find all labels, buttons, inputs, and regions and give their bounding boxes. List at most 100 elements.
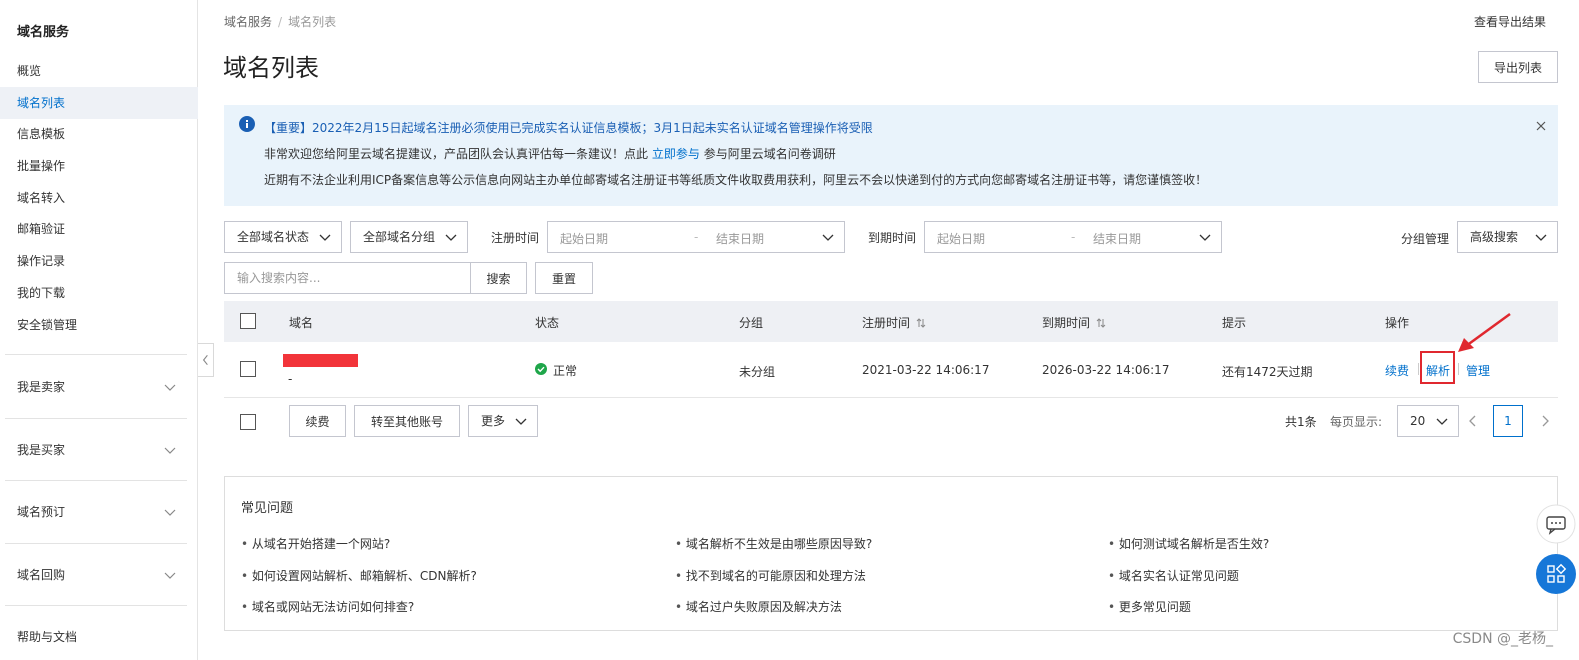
column-reg-time[interactable]: 注册时间 (862, 314, 926, 331)
select-all-checkbox[interactable] (240, 313, 256, 329)
redacted-domain-name (283, 354, 358, 367)
notice-survey-text: 非常欢迎您给阿里云域名提建议，产品团队会认真评估每一条建议！点此 (264, 147, 649, 161)
batch-select-checkbox[interactable] (240, 414, 256, 430)
faq-link[interactable]: 域名解析不生效是由哪些原因导致? (675, 535, 872, 552)
reg-time-range-picker[interactable]: 起始日期 - 结束日期 (547, 221, 845, 253)
reg-time-cell: 2021-03-22 14:06:17 (862, 363, 990, 377)
sidebar-group-buyback[interactable]: 域名回购 (0, 565, 198, 585)
chevron-down-icon (1535, 234, 1547, 241)
sidebar-item-info-template[interactable]: 信息模板 (0, 118, 198, 150)
more-actions-label: 更多 (481, 414, 506, 428)
row-checkbox[interactable] (240, 361, 256, 377)
domain-status-select-value: 全部域名状态 (237, 230, 310, 244)
faq-link[interactable]: 如何设置网站解析、邮箱解析、CDN解析? (241, 567, 477, 584)
sidebar-group-label: 我是买家 (17, 443, 66, 457)
sidebar-item-transfer-in[interactable]: 域名转入 (0, 182, 198, 214)
sidebar-divider (5, 605, 187, 606)
sidebar-divider (5, 480, 187, 481)
chevron-down-icon (164, 384, 176, 391)
column-exp-time[interactable]: 到期时间 (1042, 314, 1106, 331)
notice-line-warning: 近期有不法企业利用ICP备案信息等公示信息向网站主办单位邮寄域名注册证书等纸质文… (264, 173, 1208, 187)
hint-cell: 还有1472天过期 (1222, 365, 1313, 379)
sidebar-divider (5, 543, 187, 544)
search-button[interactable]: 搜索 (470, 262, 527, 294)
sidebar: 域名服务 概览 域名列表 信息模板 批量操作 域名转入 邮箱验证 操作记录 我的… (0, 0, 198, 660)
chevron-down-icon (164, 509, 176, 516)
faq-link[interactable]: 如何测试域名解析是否生效? (1108, 535, 1269, 552)
faq-link[interactable]: 从域名开始搭建一个网站? (241, 535, 390, 552)
join-survey-link[interactable]: 立即参与 (652, 147, 700, 161)
exp-start-date: 起始日期 (937, 232, 986, 246)
apps-grid-icon[interactable] (1533, 554, 1579, 594)
sidebar-group-preorder[interactable]: 域名预订 (0, 502, 198, 522)
range-separator: - (694, 230, 699, 244)
close-icon[interactable] (1536, 121, 1546, 131)
page-title: 域名列表 (223, 54, 319, 82)
range-separator: - (1071, 230, 1076, 244)
chevron-down-icon (515, 418, 527, 425)
sidebar-group-seller[interactable]: 我是卖家 (0, 377, 198, 397)
sort-icon[interactable] (1096, 318, 1106, 328)
next-page-icon[interactable] (1539, 415, 1551, 427)
sidebar-item-security-lock[interactable]: 安全锁管理 (0, 309, 198, 341)
sidebar-item-downloads[interactable]: 我的下载 (0, 277, 198, 309)
export-list-button[interactable]: 导出列表 (1478, 51, 1558, 83)
breadcrumb-current: 域名列表 (288, 15, 337, 29)
reg-end-date: 结束日期 (716, 232, 765, 246)
chevron-left-icon (202, 354, 208, 366)
exp-time-range-picker[interactable]: 起始日期 - 结束日期 (924, 221, 1222, 253)
faq-link[interactable]: 域名或网站无法访问如何排查? (241, 598, 414, 615)
sidebar-group-label: 我是卖家 (17, 380, 66, 394)
column-exp-time-label: 到期时间 (1042, 316, 1091, 330)
breadcrumb-separator: / (278, 15, 283, 29)
sidebar-item-op-log[interactable]: 操作记录 (0, 245, 198, 277)
column-reg-time-label: 注册时间 (862, 316, 911, 330)
annotation-arrow-icon (1458, 312, 1511, 352)
sidebar-item-batch[interactable]: 批量操作 (0, 150, 198, 182)
group-cell: 未分组 (739, 365, 776, 379)
manage-link[interactable]: 管理 (1466, 362, 1490, 379)
domain-status-select[interactable]: 全部域名状态 (224, 221, 342, 253)
breadcrumb-root[interactable]: 域名服务 (224, 15, 272, 29)
faq-panel: 常见问题 从域名开始搭建一个网站? 域名解析不生效是由哪些原因导致? 如何测试域… (224, 476, 1558, 631)
per-page-value: 20 (1410, 414, 1426, 428)
sort-icon[interactable] (916, 318, 926, 328)
total-count: 共1条 (1285, 415, 1317, 429)
sidebar-group-label: 域名预订 (17, 505, 66, 519)
sidebar-help-docs[interactable]: 帮助与文档 (0, 627, 198, 647)
group-manage-link[interactable]: 分组管理 (1401, 230, 1449, 247)
transfer-account-button[interactable]: 转至其他账号 (354, 405, 460, 437)
notice-line-important: 【重要】2022年2月15日起域名注册必须使用已完成实名认证信息模板；3月1日起… (264, 121, 873, 135)
domain-group-select[interactable]: 全部域名分组 (350, 221, 468, 253)
faq-title: 常见问题 (241, 501, 294, 516)
notice-banner: 【重要】2022年2月15日起域名注册必须使用已完成实名认证信息模板；3月1日起… (224, 105, 1558, 206)
app-root: 域名服务 概览 域名列表 信息模板 批量操作 域名转入 邮箱验证 操作记录 我的… (0, 0, 1579, 660)
advanced-search-select[interactable]: 高级搜索 (1457, 221, 1558, 253)
column-ops: 操作 (1385, 316, 1410, 330)
feedback-chat-icon[interactable] (1533, 504, 1579, 544)
sidebar-group-buyer[interactable]: 我是买家 (0, 440, 198, 460)
sidebar-item-domain-list[interactable]: 域名列表 (0, 87, 198, 119)
reg-start-date: 起始日期 (560, 232, 609, 246)
view-export-results-link[interactable]: 查看导出结果 (1474, 13, 1546, 30)
prev-page-icon[interactable] (1467, 415, 1479, 427)
batch-renew-button[interactable]: 续费 (289, 405, 346, 437)
sidebar-collapse-button[interactable] (198, 343, 214, 377)
column-hint: 提示 (1222, 316, 1247, 330)
faq-link[interactable]: 更多常见问题 (1108, 598, 1191, 615)
more-actions-select[interactable]: 更多 (468, 405, 538, 437)
chevron-down-icon (319, 234, 331, 241)
search-input[interactable] (224, 262, 471, 294)
faq-link[interactable]: 域名实名认证常见问题 (1108, 567, 1239, 584)
sidebar-item-overview[interactable]: 概览 (0, 55, 198, 87)
per-page-select[interactable]: 20 (1397, 405, 1459, 437)
op-separator (1458, 363, 1459, 375)
chevron-down-icon (822, 234, 834, 241)
sidebar-item-email-verify[interactable]: 邮箱验证 (0, 213, 198, 245)
sidebar-divider (5, 418, 187, 419)
reset-button[interactable]: 重置 (535, 262, 593, 294)
faq-link[interactable]: 找不到域名的可能原因和处理方法 (675, 567, 866, 584)
faq-link[interactable]: 域名过户失败原因及解决方法 (675, 598, 842, 615)
renew-link[interactable]: 续费 (1385, 362, 1409, 379)
page-number-button[interactable]: 1 (1493, 405, 1523, 437)
